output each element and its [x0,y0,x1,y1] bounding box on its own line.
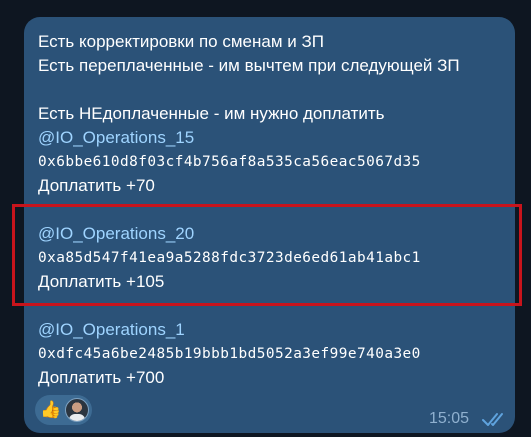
payment-line-3: Доплатить +700 [38,368,165,387]
double-check-icon [482,413,503,426]
wallet-address-1: 0x6bbe610d8f03cf4b756af8a535ca56eac5067d… [38,154,421,170]
thumbs-up-icon: 👍 [40,400,62,419]
mention-link-1[interactable]: @IO_Operations_15 [38,126,194,150]
message-line-1: Есть корректировки по сменам и ЗП [38,32,324,51]
message-line-3: Есть НЕдоплаченные - им нужно доплатить [38,104,385,123]
mention-link-3[interactable]: @IO_Operations_1 [38,318,185,342]
message-time: 15:05 [429,410,470,427]
message-line-2: Есть переплаченные - им вычтем при следу… [38,56,460,75]
payment-line-1: Доплатить +70 [38,176,155,195]
reaction-chip[interactable]: 👍 [35,395,92,425]
highlight-box [12,204,522,306]
reactor-avatar [65,398,89,422]
wallet-address-3: 0xdfc45a6be2485b19bbb1bd5052a3ef99e740a3… [38,346,421,362]
